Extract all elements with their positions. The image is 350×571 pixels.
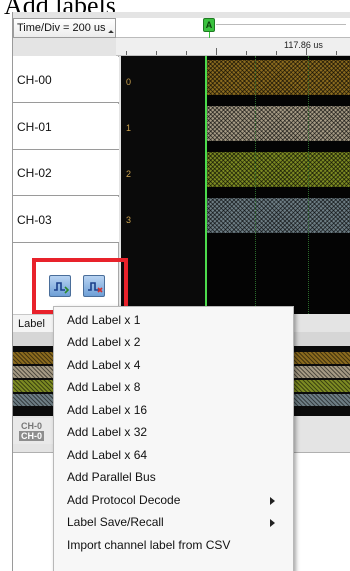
channel-tab-bottom: CH-0 [19, 431, 45, 441]
menu-item-add-parallel-bus[interactable]: Add Parallel Bus [54, 467, 293, 488]
dropdown-corner-icon [108, 30, 114, 36]
menu-item-label: Import channel label from CSV [67, 538, 231, 552]
cursor-a-line[interactable] [205, 56, 207, 314]
ruler-tick [216, 48, 217, 55]
add-label-button[interactable] [49, 275, 71, 297]
waveform-ch-03 [207, 198, 350, 233]
menu-item-add-protocol-decode[interactable]: Add Protocol Decode [54, 490, 293, 511]
menu-item-label: Add Protocol Decode [67, 493, 181, 507]
label-context-menu: Add Label x 1 Add Label x 2 Add Label x … [53, 306, 294, 571]
channel-tab[interactable]: CH-0 CH-0 [13, 418, 53, 444]
channel-label-ch-03[interactable]: CH-03 [13, 197, 119, 243]
channel-index-3: 3 [126, 215, 132, 225]
menu-item-add-label-x4[interactable]: Add Label x 4 [54, 355, 293, 376]
channel-label-ch-02[interactable]: CH-02 [13, 150, 119, 196]
menu-item-add-label-x16[interactable]: Add Label x 16 [54, 400, 293, 421]
menu-item-add-label-x8[interactable]: Add Label x 8 [54, 377, 293, 398]
ruler-tick [246, 51, 247, 55]
waveform-ch-00 [207, 60, 350, 95]
menu-item-label: Add Label x 64 [67, 448, 148, 462]
menu-item-label: Add Parallel Bus [67, 470, 156, 484]
cursor-a-marker[interactable]: A [203, 18, 215, 32]
menu-item-label: Add Label x 32 [67, 425, 148, 439]
channel-tab-top: CH-0 [21, 421, 43, 431]
waveform-ch-02 [207, 152, 350, 187]
ruler-tick [276, 51, 277, 55]
menu-item-import-csv[interactable]: Import channel label from CSV [54, 535, 293, 556]
time-div-label: Time/Div = 200 us [17, 22, 106, 34]
ruler-tick [306, 48, 307, 55]
submenu-arrow-icon [270, 519, 275, 527]
menu-item-add-label-x2[interactable]: Add Label x 2 [54, 332, 293, 353]
add-label-icon [54, 282, 70, 294]
menu-item-add-label-x64[interactable]: Add Label x 64 [54, 445, 293, 466]
label-bar-text: Label [18, 318, 45, 330]
time-ruler[interactable]: 117.86 us [116, 38, 350, 56]
grid-line [255, 56, 256, 314]
menu-item-label: Add Label x 1 [67, 313, 141, 327]
time-div-selector[interactable]: Time/Div = 200 us [13, 18, 116, 38]
menu-item-label: Add Label x 16 [67, 403, 148, 417]
ruler-tick [186, 51, 187, 55]
ruler-time-label: 117.86 us [284, 40, 323, 50]
menu-item-label: Add Label x 4 [67, 358, 141, 372]
ruler-tick [126, 51, 127, 55]
marker-strip[interactable] [116, 18, 350, 38]
channel-index-0: 0 [126, 77, 132, 87]
ruler-tick [156, 51, 157, 55]
menu-item-label: Add Label x 2 [67, 335, 141, 349]
channel-label-ch-01[interactable]: CH-01 [13, 104, 119, 150]
ruler-tick [336, 51, 337, 55]
channel-index-1: 1 [126, 123, 132, 133]
channel-label-ch-00[interactable]: CH-00 [13, 57, 119, 103]
channel-index-pane [121, 56, 205, 314]
menu-item-label: Label Save/Recall [67, 515, 164, 529]
waveform-ch-01 [207, 106, 350, 141]
menu-item-label: Add Label x 8 [67, 380, 141, 394]
menu-item-label-save-recall[interactable]: Label Save/Recall [54, 512, 293, 533]
remove-label-button[interactable] [83, 275, 105, 297]
channel-index-2: 2 [126, 169, 132, 179]
grid-line [308, 56, 309, 314]
menu-item-add-label-x1[interactable]: Add Label x 1 [54, 310, 293, 331]
marker-track [216, 24, 346, 25]
remove-label-icon [88, 282, 103, 293]
submenu-arrow-icon [270, 497, 275, 505]
menu-item-add-label-x32[interactable]: Add Label x 32 [54, 422, 293, 443]
